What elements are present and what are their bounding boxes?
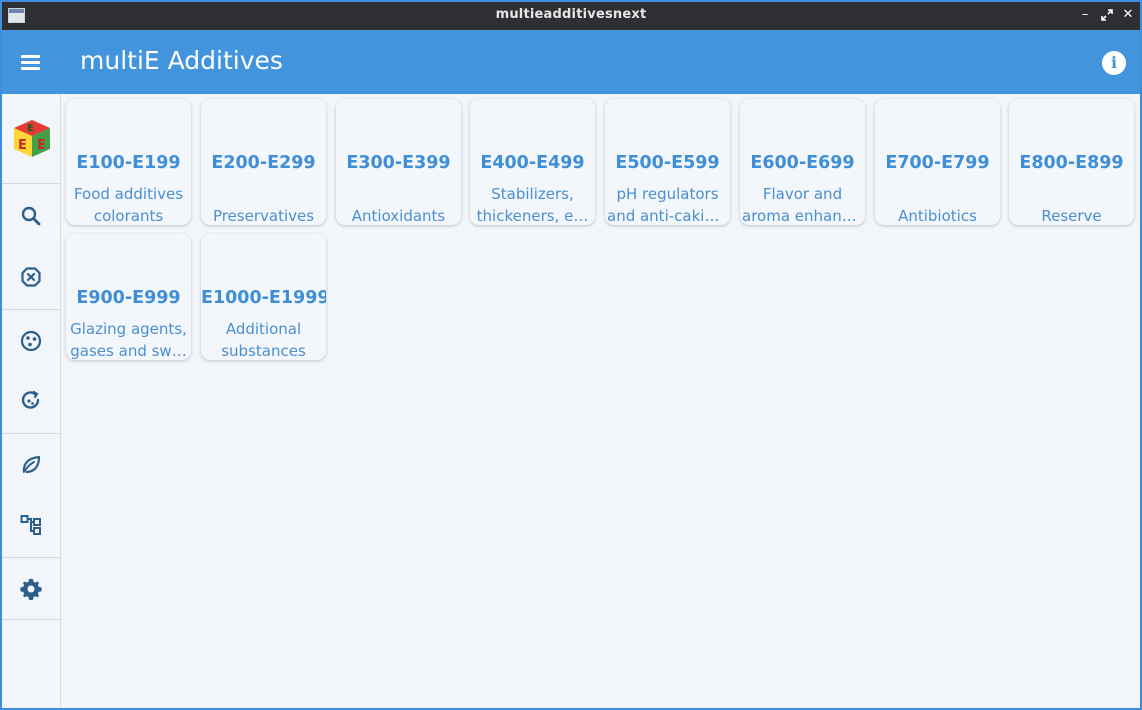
category-range: E500-E599 [615,153,720,173]
info-icon[interactable]: i [1102,51,1126,75]
category-description: Antibiotics [898,207,977,225]
category-description: Stabilizers, thickeners, e… [476,185,589,225]
close-icon[interactable]: ✕ [1119,6,1137,24]
svg-text:E: E [37,138,46,153]
category-range: E1000-E1999 [201,288,326,308]
category-description: Flavor and aroma enhanc… [742,185,863,225]
svg-text:E: E [27,123,34,134]
title-bar[interactable]: multieadditivesnext – ✕ [2,2,1140,30]
category-range: E200-E299 [211,153,316,173]
category-card-e100[interactable]: E100-E199 Food additives colorants [66,99,191,225]
cancel-circle-icon [21,267,41,287]
category-card-e700[interactable]: E700-E799 Antibiotics [875,99,1000,225]
category-range: E400-E499 [480,153,585,173]
category-card-e400[interactable]: E400-E499 Stabilizers, thickeners, e… [470,99,595,225]
sidebar-item-hierarchy[interactable] [2,496,61,552]
minimize-icon[interactable]: – [1076,6,1094,24]
cookie-icon [20,330,42,352]
sidebar-item-composition[interactable] [2,312,61,368]
window-title: multieadditivesnext [495,7,647,22]
category-card-e200[interactable]: E200-E299 Preservatives [201,99,326,225]
category-card-e600[interactable]: E600-E699 Flavor and aroma enhanc… [740,99,865,225]
category-range: E100-E199 [76,153,181,173]
recycle-icon [21,390,40,409]
category-card-e900[interactable]: E900-E999 Glazing agents, gases and sw… [66,234,191,360]
category-range: E700-E799 [885,153,990,173]
category-description: pH regulators and anti-cakin… [607,185,728,225]
category-description: Additional substances [221,320,306,360]
category-range: E300-E399 [346,153,451,173]
category-range: E900-E999 [76,288,181,308]
hierarchy-icon [20,515,41,535]
svg-text:E: E [18,138,27,153]
search-icon [21,206,41,226]
leaf-icon [22,455,41,474]
category-description: Reserve [1041,207,1102,225]
app-logo: E E E [14,120,50,157]
sidebar-item-refresh[interactable] [2,372,61,428]
app-header: multiE Additives i [2,30,1140,94]
category-description: Food additives colorants [73,185,184,225]
sidebar-item-search[interactable] [2,187,61,243]
category-card-e800[interactable]: E800-E899 Reserve [1009,99,1134,225]
menu-icon[interactable] [19,52,45,72]
sidebar-item-banned[interactable] [2,248,61,304]
gear-icon [20,578,42,600]
category-card-e500[interactable]: E500-E599 pH regulators and anti-cakin… [605,99,730,225]
app-window: multieadditivesnext – ✕ multiE Additives… [0,0,1142,710]
sidebar-item-settings[interactable] [2,560,61,616]
category-card-e300[interactable]: E300-E399 Antioxidants [336,99,461,225]
sidebar-item-vegan[interactable] [2,436,61,492]
category-description: Preservatives [212,207,315,225]
category-card-e1000[interactable]: E1000-E1999 Additional substances [201,234,326,360]
page-title: multiE Additives [80,46,283,75]
sidebar: E E E [2,94,61,708]
category-description: Antioxidants [351,207,446,225]
category-range: E800-E899 [1019,153,1124,173]
category-range: E600-E699 [750,153,855,173]
category-description: Glazing agents, gases and sw… [70,320,187,360]
maximize-icon[interactable] [1098,6,1116,24]
